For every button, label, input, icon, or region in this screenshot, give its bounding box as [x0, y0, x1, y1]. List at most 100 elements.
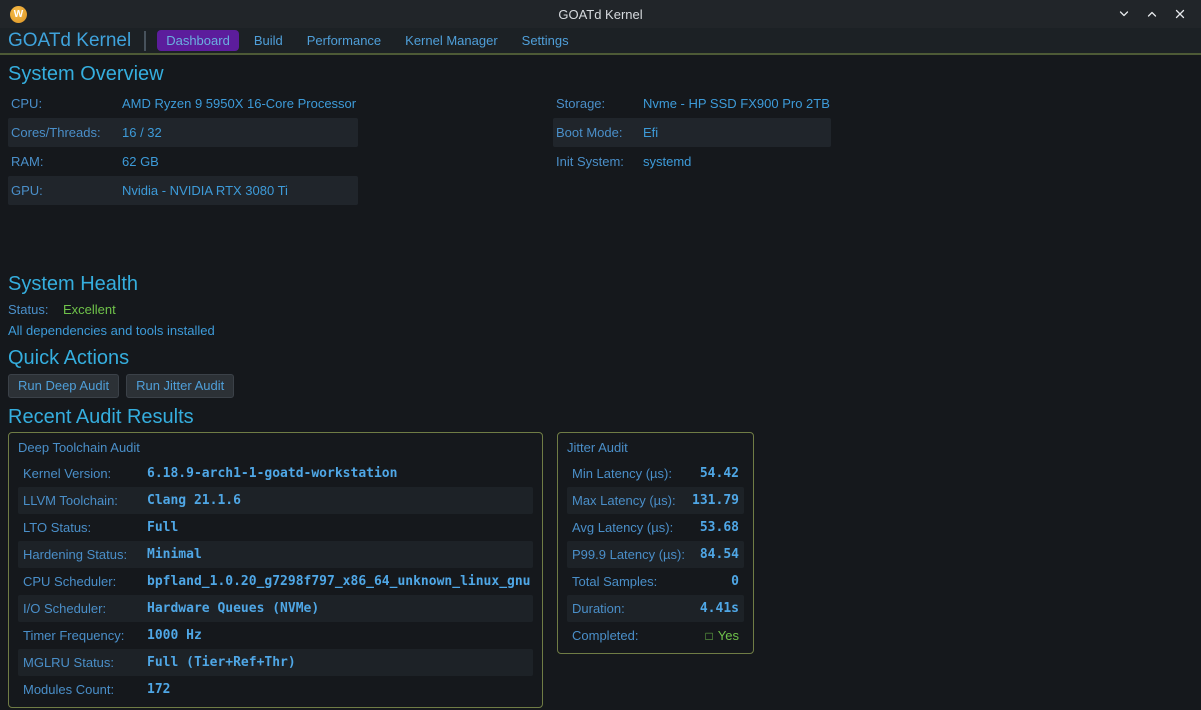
row-label: Duration: — [572, 601, 700, 616]
overview-row: Storage: Nvme - HP SSD FX900 Pro 2TB — [553, 89, 831, 118]
row-value: 84.54 — [700, 547, 739, 562]
row-label: Kernel Version: — [23, 466, 147, 481]
nav-tabs: Dashboard Build Performance Kernel Manag… — [157, 30, 577, 51]
section-heading-recent-audit-results: Recent Audit Results — [8, 404, 1193, 430]
row-label: Cores/Threads: — [11, 125, 122, 140]
row-value: 6.18.9-arch1-1-goatd-workstation — [147, 466, 397, 481]
audit-panels: Deep Toolchain Audit Kernel Version: 6.1… — [8, 432, 1193, 708]
table-row: I/O Scheduler: Hardware Queues (NVMe) — [18, 595, 533, 622]
deep-audit-rows: Kernel Version: 6.18.9-arch1-1-goatd-wor… — [18, 460, 533, 703]
jitter-audit-panel: Jitter Audit Min Latency (µs): 54.42 Max… — [557, 432, 754, 654]
deep-toolchain-audit-panel: Deep Toolchain Audit Kernel Version: 6.1… — [8, 432, 543, 708]
window-title: GOATd Kernel — [0, 7, 1201, 22]
completed-value: □ Yes — [706, 628, 739, 643]
table-row: Total Samples: 0 — [567, 568, 744, 595]
row-value: 131.79 — [692, 493, 739, 508]
row-value: 0 — [731, 574, 739, 589]
row-value: Full (Tier+Ref+Thr) — [147, 655, 296, 670]
health-detail: All dependencies and tools installed — [8, 320, 1193, 341]
nav-separator — [144, 31, 146, 51]
row-value: Efi — [643, 125, 658, 140]
row-label: Init System: — [556, 154, 643, 169]
row-label: Avg Latency (µs): — [572, 520, 700, 535]
row-label: Storage: — [556, 96, 643, 111]
nav-tab[interactable]: Settings — [513, 30, 578, 51]
health-status-line: Status: Excellent — [8, 299, 1193, 320]
row-label: LLVM Toolchain: — [23, 493, 147, 508]
table-row: LTO Status: Full — [18, 514, 533, 541]
table-row: Kernel Version: 6.18.9-arch1-1-goatd-wor… — [18, 460, 533, 487]
overview-row: CPU: AMD Ryzen 9 5950X 16-Core Processor — [8, 89, 358, 118]
row-label: Hardening Status: — [23, 547, 147, 562]
table-row: CPU Scheduler: bpfland_1.0.20_g7298f797_… — [18, 568, 533, 595]
quick-actions: Quick Actions Run Deep Audit Run Jitter … — [8, 345, 1193, 398]
row-value: 172 — [147, 682, 170, 697]
close-icon[interactable] — [1169, 3, 1191, 25]
row-value: Yes — [718, 628, 739, 643]
row-value: 1000 Hz — [147, 628, 202, 643]
navbar: GOATd Kernel Dashboard Build Performance… — [0, 28, 1201, 55]
checkbox-icon: □ — [706, 630, 713, 642]
table-row: LLVM Toolchain: Clang 21.1.6 — [18, 487, 533, 514]
row-label: Max Latency (µs): — [572, 493, 692, 508]
row-label: P99.9 Latency (µs): — [572, 547, 700, 562]
row-label: I/O Scheduler: — [23, 601, 147, 616]
row-value: 54.42 — [700, 466, 739, 481]
table-row: P99.9 Latency (µs): 84.54 — [567, 541, 744, 568]
row-label: Modules Count: — [23, 682, 147, 697]
overview-row: Init System: systemd — [553, 147, 831, 176]
row-label: MGLRU Status: — [23, 655, 147, 670]
row-value: 53.68 — [700, 520, 739, 535]
minimize-icon[interactable] — [1113, 3, 1135, 25]
titlebar: W GOATd Kernel — [0, 0, 1201, 28]
nav-tab[interactable]: Dashboard — [157, 30, 239, 51]
table-row: Min Latency (µs): 54.42 — [567, 460, 744, 487]
table-row-completed: Completed: □ Yes — [567, 622, 744, 649]
app-icon-letter: W — [14, 9, 23, 20]
app-icon: W — [10, 6, 27, 23]
section-heading-quick-actions: Quick Actions — [8, 345, 1193, 371]
row-value: Minimal — [147, 547, 202, 562]
jitter-audit-rows: Min Latency (µs): 54.42 Max Latency (µs)… — [567, 460, 744, 622]
row-value: systemd — [643, 154, 691, 169]
row-value: Hardware Queues (NVMe) — [147, 601, 319, 616]
table-row: Avg Latency (µs): 53.68 — [567, 514, 744, 541]
section-heading-system-overview: System Overview — [8, 61, 1193, 87]
row-value: AMD Ryzen 9 5950X 16-Core Processor — [122, 96, 356, 111]
nav-tab[interactable]: Build — [245, 30, 292, 51]
row-label: GPU: — [11, 183, 122, 198]
row-value: Nvidia - NVIDIA RTX 3080 Ti — [122, 183, 288, 198]
row-label: Boot Mode: — [556, 125, 643, 140]
row-value: Full — [147, 520, 178, 535]
row-label: Timer Frequency: — [23, 628, 147, 643]
maximize-icon[interactable] — [1141, 3, 1163, 25]
row-label: Total Samples: — [572, 574, 731, 589]
row-value: Clang 21.1.6 — [147, 493, 241, 508]
row-label: Min Latency (µs): — [572, 466, 700, 481]
table-row: Modules Count: 172 — [18, 676, 533, 703]
dashboard-content: System Overview CPU: AMD Ryzen 9 5950X 1… — [0, 55, 1201, 710]
quick-action-button[interactable]: Run Jitter Audit — [126, 374, 234, 398]
system-overview: CPU: AMD Ryzen 9 5950X 16-Core Processor… — [8, 89, 1193, 205]
overview-left-column: CPU: AMD Ryzen 9 5950X 16-Core Processor… — [8, 89, 553, 205]
nav-tab[interactable]: Performance — [298, 30, 390, 51]
section-heading-system-health: System Health — [8, 271, 1193, 297]
system-health: System Health Status: Excellent All depe… — [8, 271, 1193, 341]
nav-tab[interactable]: Kernel Manager — [396, 30, 507, 51]
app-brand: GOATd Kernel — [8, 30, 131, 52]
table-row: MGLRU Status: Full (Tier+Ref+Thr) — [18, 649, 533, 676]
row-label: CPU: — [11, 96, 122, 111]
overview-row: Boot Mode: Efi — [553, 118, 831, 147]
overview-row: GPU: Nvidia - NVIDIA RTX 3080 Ti — [8, 176, 358, 205]
overview-right-column: Storage: Nvme - HP SSD FX900 Pro 2TB Boo… — [553, 89, 831, 205]
row-value: bpfland_1.0.20_g7298f797_x86_64_unknown_… — [147, 574, 531, 589]
row-label: Completed: — [572, 628, 706, 643]
quick-action-button[interactable]: Run Deep Audit — [8, 374, 119, 398]
row-value: 62 GB — [122, 154, 159, 169]
row-value: Nvme - HP SSD FX900 Pro 2TB — [643, 96, 830, 111]
row-label: RAM: — [11, 154, 122, 169]
row-label: CPU Scheduler: — [23, 574, 147, 589]
row-value: 16 / 32 — [122, 125, 162, 140]
table-row: Timer Frequency: 1000 Hz — [18, 622, 533, 649]
app-window: W GOATd Kernel GOATd Kernel Dashboard Bu… — [0, 0, 1201, 710]
